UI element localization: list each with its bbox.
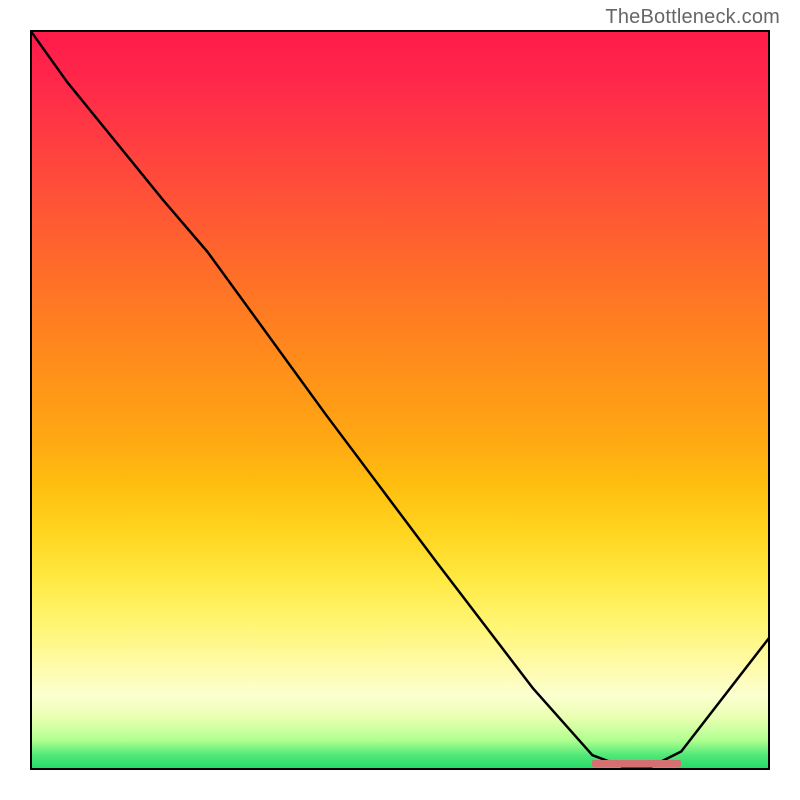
curve-layer [30,30,770,770]
bottleneck-curve [30,30,770,766]
chart-area [30,30,770,770]
watermark-text: TheBottleneck.com [605,6,780,29]
optimal-range-marker [592,760,681,767]
